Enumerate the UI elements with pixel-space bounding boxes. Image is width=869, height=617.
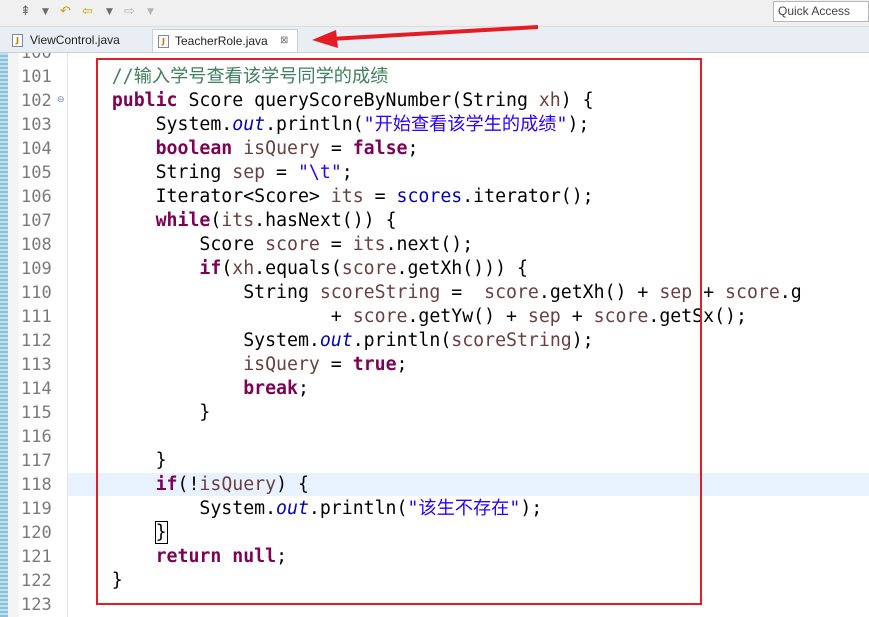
line-number: 100: [21, 53, 52, 63]
tab-label: ViewControl.java: [30, 33, 120, 47]
line-number: 105: [21, 163, 52, 183]
line-number: 119: [21, 499, 52, 519]
line-number: 117: [21, 451, 52, 471]
line-number: 103: [21, 115, 52, 135]
overview-ruler: [0, 53, 8, 617]
line-number: 111: [21, 307, 52, 327]
tab-teacherrole[interactable]: J TeacherRole.java ⊠: [152, 29, 298, 52]
close-icon[interactable]: ⊠: [280, 30, 288, 52]
line-number: 120: [21, 523, 52, 543]
line-number: 115: [21, 403, 52, 423]
line-number: 104: [21, 139, 52, 159]
line-number: 102: [21, 91, 52, 111]
tab-label: TeacherRole.java: [175, 34, 268, 48]
line-number: 112: [21, 331, 52, 351]
dropdown-icon[interactable]: ▼: [106, 3, 113, 21]
quick-access-field[interactable]: Quick Access: [773, 1, 869, 22]
line-number: 113: [21, 355, 52, 375]
line-number: 107: [21, 211, 52, 231]
line-number: 121: [21, 547, 52, 567]
pin-icon[interactable]: ⇞: [20, 3, 31, 21]
tab-viewcontrol[interactable]: J ViewControl.java: [6, 29, 150, 52]
line-number: 118: [21, 475, 52, 495]
java-file-icon: J: [158, 35, 169, 48]
forward-arrow-icon[interactable]: ⇨: [124, 3, 135, 21]
line-number: 106: [21, 187, 52, 207]
annotation-arrow: [312, 25, 539, 48]
back-arrow-icon[interactable]: ⇦: [82, 3, 93, 21]
java-file-icon: J: [12, 34, 23, 47]
line-number: 109: [21, 259, 52, 279]
line-number: 116: [21, 427, 52, 447]
line-number: 110: [21, 283, 52, 303]
line-number: 101: [21, 67, 52, 87]
annotation-box: [96, 58, 702, 605]
line-number: 123: [21, 595, 52, 615]
fold-toggle-icon[interactable]: ⊖: [57, 95, 65, 105]
dropdown-icon[interactable]: ▼: [42, 3, 49, 21]
annotation-ruler: [8, 53, 19, 617]
line-number: 108: [21, 235, 52, 255]
line-number: 114: [21, 379, 52, 399]
dropdown-icon[interactable]: ▼: [147, 3, 154, 21]
back-history-icon[interactable]: ↶: [60, 3, 71, 21]
line-number: 122: [21, 571, 52, 591]
